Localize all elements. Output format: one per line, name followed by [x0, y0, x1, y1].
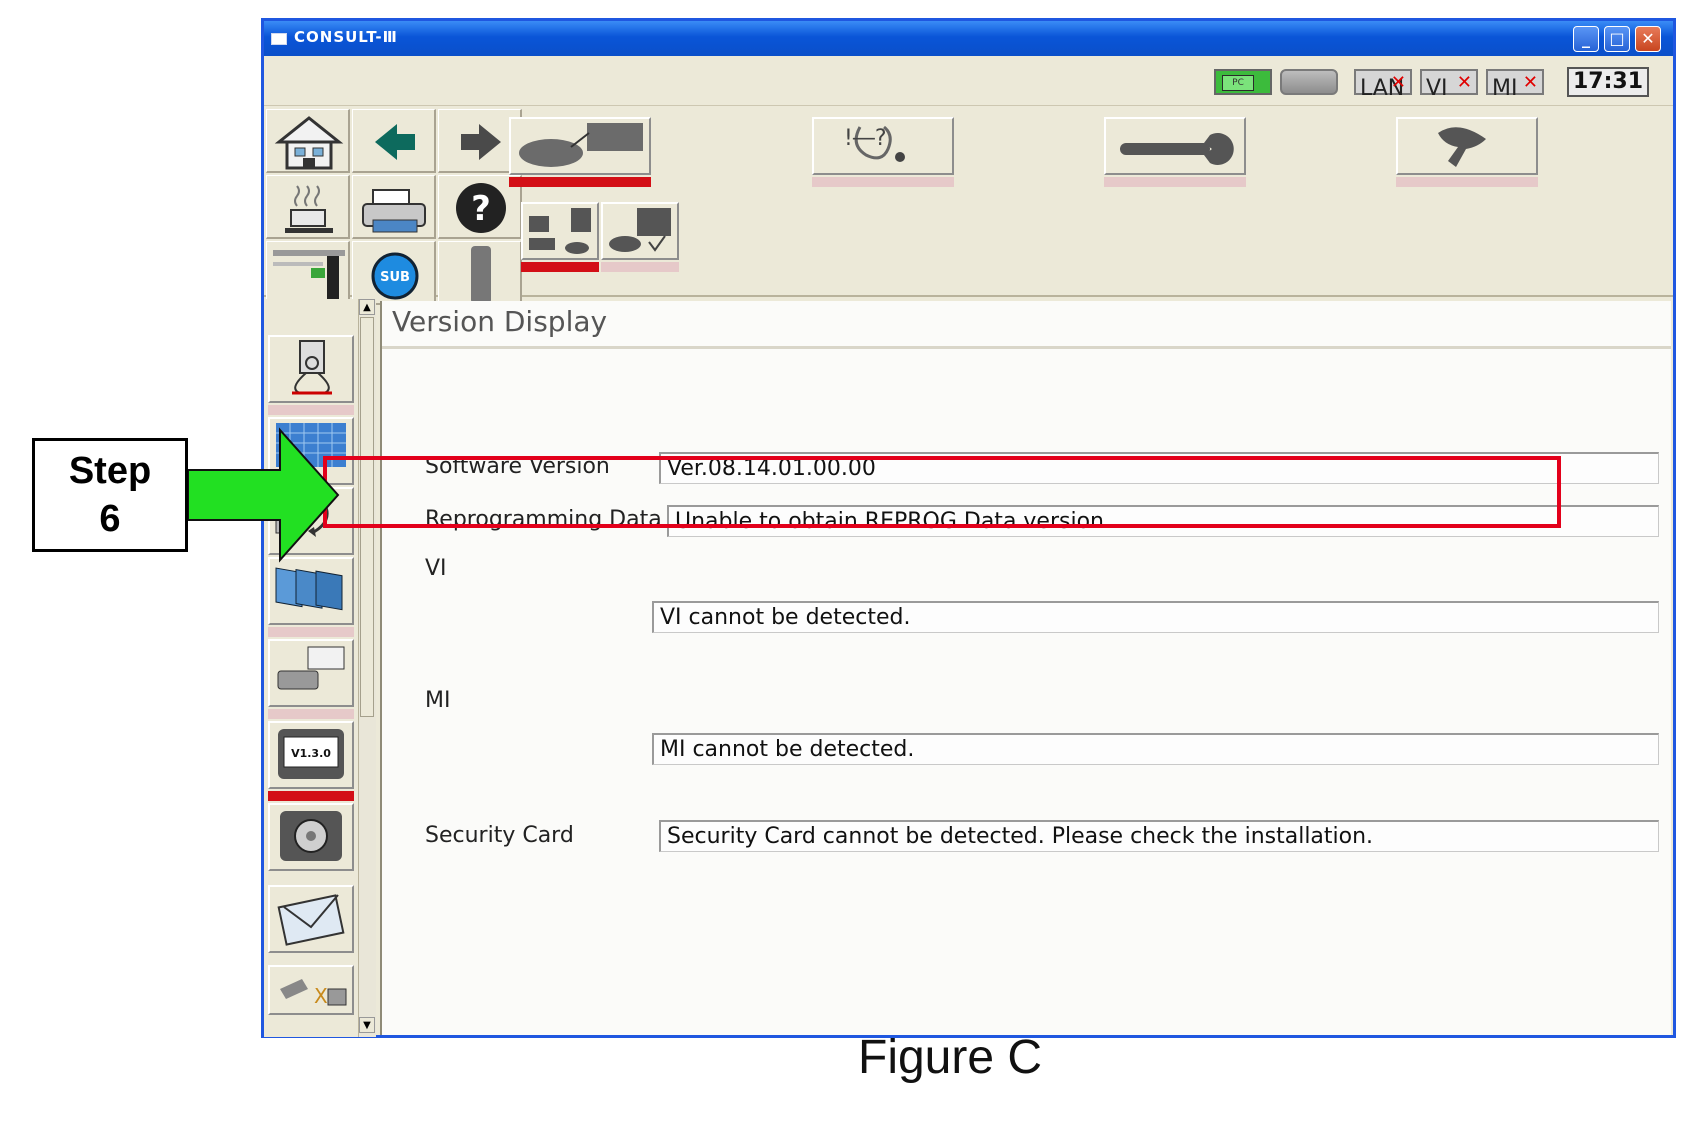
ecu-window-button[interactable]: [266, 241, 350, 305]
repair-icon: [1438, 127, 1486, 167]
nav-print-indicator: [268, 709, 354, 719]
confirm-icon: [609, 208, 671, 252]
printer-icon: [362, 189, 426, 233]
stethoscope-icon: !―?: [844, 125, 905, 162]
scroll-down-icon[interactable]: ▼: [359, 1017, 375, 1033]
vi-label: VI: [425, 556, 447, 581]
lan-error-icon: ✕: [1390, 72, 1406, 93]
sleep-button[interactable]: [266, 175, 350, 239]
highlight-box: [323, 456, 1561, 528]
coffee-cup-icon: [285, 185, 333, 233]
repair-button[interactable]: [1396, 117, 1538, 175]
nav-version-active-indicator: [268, 791, 354, 801]
sub-label: SUB: [380, 270, 410, 285]
figure-caption: Figure C: [858, 1031, 1043, 1084]
side-panel-button[interactable]: [438, 241, 522, 305]
sub-mode-button[interactable]: SUB: [352, 241, 436, 305]
close-button[interactable]: ✕: [1635, 26, 1661, 52]
work-support-tab-indicator: [1104, 177, 1246, 187]
mi-label: MI: [425, 688, 451, 713]
clock: 17:31: [1567, 67, 1649, 97]
reprogramming-tab-indicator: [521, 262, 599, 272]
main-toolbar: ? SUB !―?: [264, 107, 1673, 305]
nav-screens-button[interactable]: [268, 557, 354, 625]
vehicle-connection-button[interactable]: [509, 117, 651, 175]
nav-measurement-button[interactable]: [268, 335, 354, 403]
nav-version-button[interactable]: V1.3.0: [268, 721, 354, 789]
scroll-up-icon[interactable]: ▲: [359, 299, 375, 315]
print-preview-icon: [277, 646, 345, 690]
sub-icon: SUB: [371, 252, 419, 300]
nav-screens-indicator: [268, 627, 354, 637]
svg-text:X: X: [314, 984, 328, 1008]
mi-status-icon: MI ✕: [1486, 69, 1544, 101]
back-button[interactable]: [352, 109, 436, 173]
active-tab-indicator: [509, 177, 651, 187]
confirm-tab-indicator: [601, 262, 679, 272]
nav-measurement-indicator: [268, 405, 354, 415]
vi-field: VI cannot be detected.: [652, 601, 1659, 633]
title-bar: CONSULT-Ⅲ _ □ ✕: [264, 21, 1673, 56]
help-glyph: ?: [471, 189, 491, 229]
vi-status-icon: VI ✕: [1420, 69, 1478, 101]
title-divider: [382, 346, 1671, 349]
left-nav-scrollbar[interactable]: ▲ ▼: [358, 299, 376, 1037]
app-icon: [271, 33, 287, 45]
vehicle-icon: [519, 123, 643, 167]
version-display-panel: Version Display Software Version Ver.08.…: [380, 301, 1671, 1035]
tools-icon: X: [280, 979, 347, 1008]
mi-error-icon: ✕: [1522, 72, 1538, 93]
vi-error-icon: ✕: [1456, 72, 1472, 93]
left-nav: V1.3.0 X: [264, 299, 359, 1037]
step-number: 6: [99, 498, 121, 540]
print-button[interactable]: [352, 175, 436, 239]
pc-connection-icon: PC: [1214, 69, 1272, 95]
wrench-icon: [1120, 133, 1234, 165]
panel-icon: [471, 246, 491, 304]
battery-icon: [1280, 69, 1338, 95]
nav-tools-button[interactable]: X: [268, 965, 354, 1015]
ecu-reprogramming-button[interactable]: [521, 202, 599, 260]
step-callout: Step 6: [32, 438, 188, 552]
home-button[interactable]: [266, 109, 350, 173]
mi-field: MI cannot be detected.: [652, 733, 1659, 765]
mi-status-label: MI: [1492, 76, 1518, 101]
ecu-confirm-button[interactable]: [601, 202, 679, 260]
multimeter-icon: [292, 340, 332, 395]
step-word: Step: [68, 450, 152, 492]
consult-window: CONSULT-Ⅲ _ □ ✕ PC LAN ✕ VI ✕ MI ✕ 17:31 ?: [261, 18, 1676, 1038]
page-title: Version Display: [392, 305, 608, 338]
status-bar: PC LAN ✕ VI ✕ MI ✕ 17:31: [264, 56, 1673, 106]
work-support-button[interactable]: [1104, 117, 1246, 175]
minimize-button[interactable]: _: [1573, 26, 1599, 52]
arrow-left-icon: [375, 124, 415, 160]
lan-status-icon: LAN ✕: [1354, 69, 1412, 101]
version-icon: V1.3.0: [278, 729, 344, 779]
step-arrow-icon: [188, 427, 340, 563]
repair-tab-indicator: [1396, 177, 1538, 187]
diagnosis-glyph: !―?: [844, 126, 887, 151]
windows-icon: [275, 567, 343, 611]
security-card-field: Security Card cannot be detected. Please…: [659, 820, 1659, 852]
home-icon: [274, 116, 344, 170]
diagnosis-tab-indicator: [812, 177, 954, 187]
maximize-button[interactable]: □: [1604, 26, 1630, 52]
mail-icon: [277, 894, 345, 946]
version-icon-label: V1.3.0: [291, 747, 331, 760]
security-card-label: Security Card: [425, 823, 574, 848]
ecu-window-icon: [273, 250, 345, 302]
diagnosis-button[interactable]: !―?: [812, 117, 954, 175]
nav-print-button[interactable]: [268, 639, 354, 707]
vi-status-label: VI: [1426, 76, 1448, 101]
reprogramming-icon: [529, 208, 591, 254]
nav-mail-button[interactable]: [268, 885, 354, 953]
nav-settings-button[interactable]: [268, 803, 354, 871]
pc-label: PC: [1222, 75, 1254, 91]
window-title: CONSULT-Ⅲ: [294, 28, 398, 46]
disc-icon: [280, 811, 342, 861]
